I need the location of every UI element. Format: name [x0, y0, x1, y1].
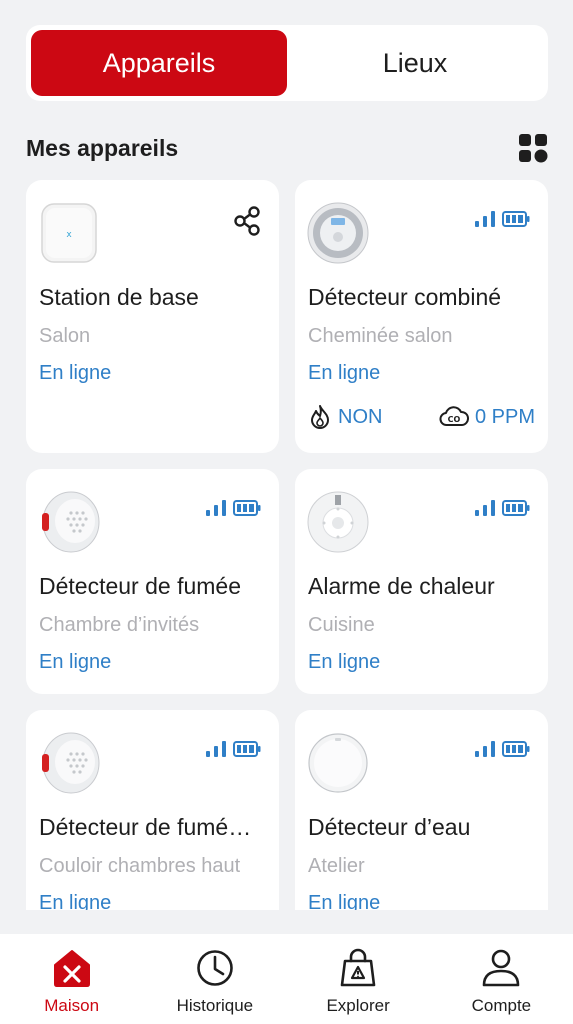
- device-name: Détecteur combiné: [308, 284, 502, 310]
- device-location: Cheminée salon: [308, 325, 453, 347]
- device-location: Atelier: [308, 855, 365, 877]
- nav-home[interactable]: Maison: [0, 934, 143, 1024]
- device-name: Alarme de chaleur: [308, 573, 495, 599]
- nav-history-label: Historique: [176, 996, 254, 1015]
- device-location: Salon: [39, 325, 91, 347]
- view-switcher: Appareils Lieux: [26, 25, 548, 101]
- battery-icon: [233, 741, 261, 757]
- nav-history[interactable]: Historique: [143, 934, 286, 1024]
- share-icon[interactable]: [233, 206, 261, 236]
- signal-icon: [206, 741, 226, 757]
- sensor-readings: NON CO 0 PPM: [308, 404, 535, 430]
- combined-detector-image: [307, 202, 369, 264]
- section-header: Mes appareils: [26, 128, 548, 168]
- tab-places[interactable]: Lieux: [287, 30, 543, 96]
- device-location: Chambre d’invités: [39, 614, 200, 636]
- home-icon: [53, 950, 90, 987]
- status-indicators: [205, 740, 261, 758]
- device-card-smoke-detector-2[interactable]: Détecteur de fumé… Couloir chambres haut…: [26, 710, 279, 910]
- smoke-reading: NON: [308, 404, 382, 430]
- device-card-water-detector[interactable]: Détecteur d’eau Atelier En ligne: [295, 710, 548, 910]
- signal-icon: [475, 741, 495, 757]
- base-station-image: x: [41, 203, 97, 263]
- device-card-heat-alarm[interactable]: Alarme de chaleur Cuisine En ligne: [295, 469, 548, 694]
- device-status: En ligne: [39, 651, 112, 673]
- status-indicators: [205, 499, 261, 517]
- tab-devices[interactable]: Appareils: [31, 30, 287, 96]
- co-reading: CO 0 PPM: [439, 406, 535, 429]
- grid-view-icon[interactable]: [518, 133, 548, 163]
- device-name: Détecteur d’eau: [308, 814, 471, 840]
- heat-alarm-image: [307, 491, 369, 553]
- device-card-combined-detector[interactable]: Détecteur combiné Cheminée salon En lign…: [295, 180, 548, 453]
- device-status: En ligne: [308, 651, 381, 673]
- section-title: Mes appareils: [26, 134, 179, 161]
- device-location: Couloir chambres haut: [39, 855, 241, 877]
- nav-explore-label: Explorer: [326, 996, 390, 1015]
- clock-icon: [197, 950, 233, 986]
- water-detector-image: [308, 733, 368, 793]
- bottom-navigation: Maison Historique Explorer Compte: [0, 934, 573, 1024]
- co-cloud-icon: CO: [439, 406, 469, 426]
- svg-text:CO: CO: [448, 415, 461, 424]
- shopping-bag-icon: [340, 948, 376, 987]
- device-name: Détecteur de fumée: [39, 573, 242, 599]
- flame-icon: [311, 405, 329, 429]
- signal-icon: [475, 500, 495, 516]
- signal-icon: [475, 211, 495, 227]
- svg-text:x: x: [66, 230, 72, 240]
- device-location: Cuisine: [308, 614, 375, 636]
- nav-account[interactable]: Compte: [430, 934, 573, 1024]
- nav-explore[interactable]: Explorer: [287, 934, 430, 1024]
- battery-icon: [233, 500, 261, 516]
- nav-home-label: Maison: [44, 996, 100, 1015]
- co-value: 0 PPM: [474, 405, 535, 428]
- user-icon: [483, 949, 520, 987]
- status-indicators: [474, 499, 530, 517]
- status-indicators: [474, 740, 530, 758]
- device-status: En ligne: [39, 892, 112, 910]
- smoke-value: NON: [338, 405, 383, 428]
- device-status: En ligne: [308, 892, 381, 910]
- battery-icon: [502, 211, 530, 227]
- device-name: Détecteur de fumé…: [39, 814, 252, 840]
- status-indicators: [474, 210, 530, 228]
- device-card-smoke-detector[interactable]: Détecteur de fumée Chambre d’invités En …: [26, 469, 279, 694]
- battery-icon: [502, 500, 530, 516]
- smoke-detector-image: [42, 732, 100, 794]
- battery-icon: [502, 741, 530, 757]
- device-name: Station de base: [39, 284, 199, 310]
- device-status: En ligne: [308, 362, 381, 384]
- smoke-detector-image: [42, 491, 100, 553]
- signal-icon: [206, 500, 226, 516]
- nav-account-label: Compte: [471, 996, 532, 1015]
- device-card-base-station[interactable]: x Station de base Salon En ligne: [26, 180, 279, 453]
- device-status: En ligne: [39, 362, 112, 384]
- device-grid: x Station de base Salon En ligne Détecte…: [0, 180, 573, 910]
